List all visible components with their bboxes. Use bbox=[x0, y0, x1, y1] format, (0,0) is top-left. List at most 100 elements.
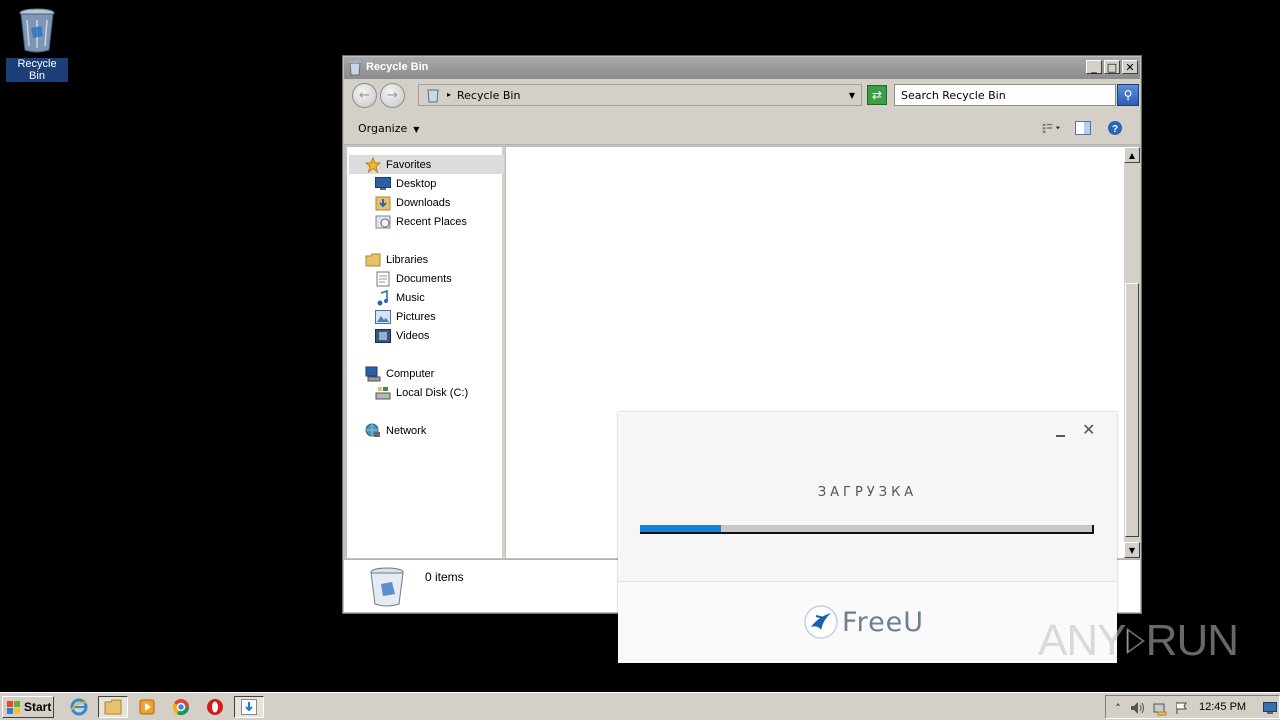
computer-icon bbox=[365, 366, 381, 382]
taskbar-downloader[interactable] bbox=[234, 696, 264, 718]
media-player-icon bbox=[139, 699, 155, 715]
refresh-icon: ⇄ bbox=[871, 88, 883, 102]
breadcrumb[interactable]: Recycle Bin bbox=[457, 89, 520, 102]
organize-button[interactable]: Organize ▼ bbox=[358, 122, 419, 135]
scrollbar-thumb[interactable] bbox=[1125, 283, 1139, 537]
explorer-icon bbox=[104, 699, 122, 715]
dialog-title: ЗАГРУЗКА bbox=[817, 485, 918, 500]
nav-label: Favorites bbox=[386, 159, 432, 171]
search-button[interactable]: ⚲ bbox=[1117, 84, 1139, 106]
play-icon bbox=[1127, 627, 1146, 655]
vertical-scrollbar[interactable]: ▲ ▼ bbox=[1124, 147, 1140, 558]
address-dropdown-icon[interactable]: ▼ bbox=[849, 91, 855, 100]
item-count: 0 items bbox=[425, 570, 464, 584]
nav-label: Computer bbox=[386, 368, 435, 380]
nav-network[interactable]: Network bbox=[365, 422, 426, 440]
forward-arrow-icon: → bbox=[387, 88, 398, 103]
nav-pictures[interactable]: Pictures bbox=[375, 308, 436, 326]
nav-desktop[interactable]: Desktop bbox=[375, 175, 436, 193]
navigation-bar: ← → ▸ Recycle Bin ▼ ⇄ ⚲ bbox=[344, 79, 1140, 113]
taskbar-opera[interactable] bbox=[200, 696, 230, 718]
opera-icon bbox=[207, 699, 223, 715]
windows-logo-icon bbox=[7, 700, 21, 714]
volume-icon[interactable] bbox=[1130, 700, 1146, 716]
minimize-button[interactable]: _ bbox=[1086, 60, 1102, 74]
music-icon bbox=[375, 290, 391, 306]
nav-label: Desktop bbox=[396, 178, 437, 190]
nav-local-disk[interactable]: Local Disk (C:) bbox=[375, 384, 468, 402]
desktop-icon-recycle-bin[interactable]: Recycle Bin bbox=[6, 6, 68, 82]
star-icon bbox=[365, 157, 381, 173]
nav-music[interactable]: Music bbox=[375, 289, 425, 307]
taskbar-explorer[interactable] bbox=[98, 696, 128, 718]
nav-label: Pictures bbox=[396, 311, 436, 323]
close-button[interactable]: ✕ bbox=[1122, 60, 1138, 74]
action-center-flag-icon[interactable] bbox=[1174, 700, 1190, 716]
show-desktop-icon[interactable] bbox=[1262, 700, 1278, 716]
ie-icon bbox=[70, 698, 88, 716]
documents-icon bbox=[375, 271, 391, 287]
view-icon bbox=[1042, 123, 1060, 133]
nav-videos[interactable]: Videos bbox=[375, 327, 429, 345]
scroll-up-button[interactable]: ▲ bbox=[1124, 147, 1140, 163]
freeu-logo-icon bbox=[804, 605, 838, 639]
start-button[interactable]: Start bbox=[2, 696, 54, 718]
taskbar-chrome[interactable] bbox=[166, 696, 196, 718]
forward-button[interactable]: → bbox=[380, 83, 405, 108]
recycle-bin-icon bbox=[348, 60, 362, 76]
change-view-button[interactable] bbox=[1042, 120, 1060, 136]
chevron-up-icon: ˄ bbox=[1115, 701, 1121, 715]
start-label: Start bbox=[24, 700, 52, 714]
address-bar[interactable]: ▸ Recycle Bin ▼ bbox=[418, 84, 862, 106]
taskbar-ie[interactable] bbox=[64, 696, 94, 718]
brand-name: FreeU bbox=[842, 606, 925, 638]
dialog-close-button[interactable]: ✕ bbox=[1082, 420, 1095, 439]
breadcrumb-separator-icon[interactable]: ▸ bbox=[447, 90, 451, 99]
desktop-icon-label: Recycle Bin bbox=[6, 58, 68, 82]
taskbar-media-player[interactable] bbox=[132, 696, 162, 718]
network-icon bbox=[365, 423, 381, 439]
nav-label: Music bbox=[396, 292, 425, 304]
maximize-button[interactable]: □ bbox=[1104, 60, 1120, 74]
navigation-pane: Favorites Desktop Downloads Recent Place… bbox=[347, 147, 505, 558]
clock[interactable]: 12:45 PM bbox=[1199, 701, 1246, 713]
window-title: Recycle Bin bbox=[366, 61, 429, 73]
system-tray: ˄ 12:45 PM bbox=[1105, 695, 1280, 719]
scroll-down-button[interactable]: ▼ bbox=[1124, 542, 1140, 558]
dialog-minimize-button[interactable] bbox=[1054, 426, 1068, 440]
preview-pane-button[interactable] bbox=[1074, 120, 1092, 136]
nav-computer[interactable]: Computer bbox=[365, 365, 434, 383]
help-button[interactable]: ? bbox=[1106, 120, 1124, 136]
nav-favorites[interactable]: Favorites bbox=[365, 156, 431, 174]
nav-downloads[interactable]: Downloads bbox=[375, 194, 450, 212]
show-hidden-icons-button[interactable]: ˄ bbox=[1110, 700, 1126, 716]
recent-places-icon bbox=[375, 214, 391, 230]
downloads-folder-icon bbox=[375, 195, 391, 211]
taskbar: Start ˄ 12:45 PM bbox=[0, 692, 1280, 720]
refresh-button[interactable]: ⇄ bbox=[867, 85, 887, 105]
desktop: Recycle Bin Recycle Bin _ □ ✕ ← → ▸ Recy… bbox=[0, 0, 1280, 692]
nav-label: Network bbox=[386, 425, 427, 437]
nav-label: Libraries bbox=[386, 254, 429, 266]
search-box[interactable] bbox=[894, 84, 1116, 106]
nav-documents[interactable]: Documents bbox=[375, 270, 452, 288]
nav-label: Local Disk (C:) bbox=[396, 387, 469, 399]
recycle-bin-icon bbox=[17, 6, 57, 54]
preview-pane-icon bbox=[1075, 121, 1091, 135]
organize-label: Organize bbox=[358, 122, 408, 135]
title-bar[interactable]: Recycle Bin _ □ ✕ bbox=[344, 57, 1140, 79]
network-status-icon[interactable] bbox=[1152, 700, 1168, 716]
nav-libraries[interactable]: Libraries bbox=[365, 251, 428, 269]
nav-recent-places[interactable]: Recent Places bbox=[375, 213, 467, 231]
dialog-header: ✕ ЗАГРУЗКА bbox=[618, 412, 1117, 582]
chevron-down-icon: ▼ bbox=[1128, 545, 1136, 555]
search-input[interactable] bbox=[895, 85, 1115, 105]
progress-bar bbox=[640, 525, 1094, 534]
chrome-icon bbox=[172, 699, 190, 716]
pictures-icon bbox=[375, 309, 391, 325]
back-button[interactable]: ← bbox=[352, 83, 377, 108]
downloader-icon bbox=[241, 699, 257, 715]
maximize-icon: □ bbox=[1106, 60, 1118, 74]
chevron-down-icon: ▼ bbox=[413, 125, 420, 134]
close-icon: ✕ bbox=[1082, 420, 1096, 439]
